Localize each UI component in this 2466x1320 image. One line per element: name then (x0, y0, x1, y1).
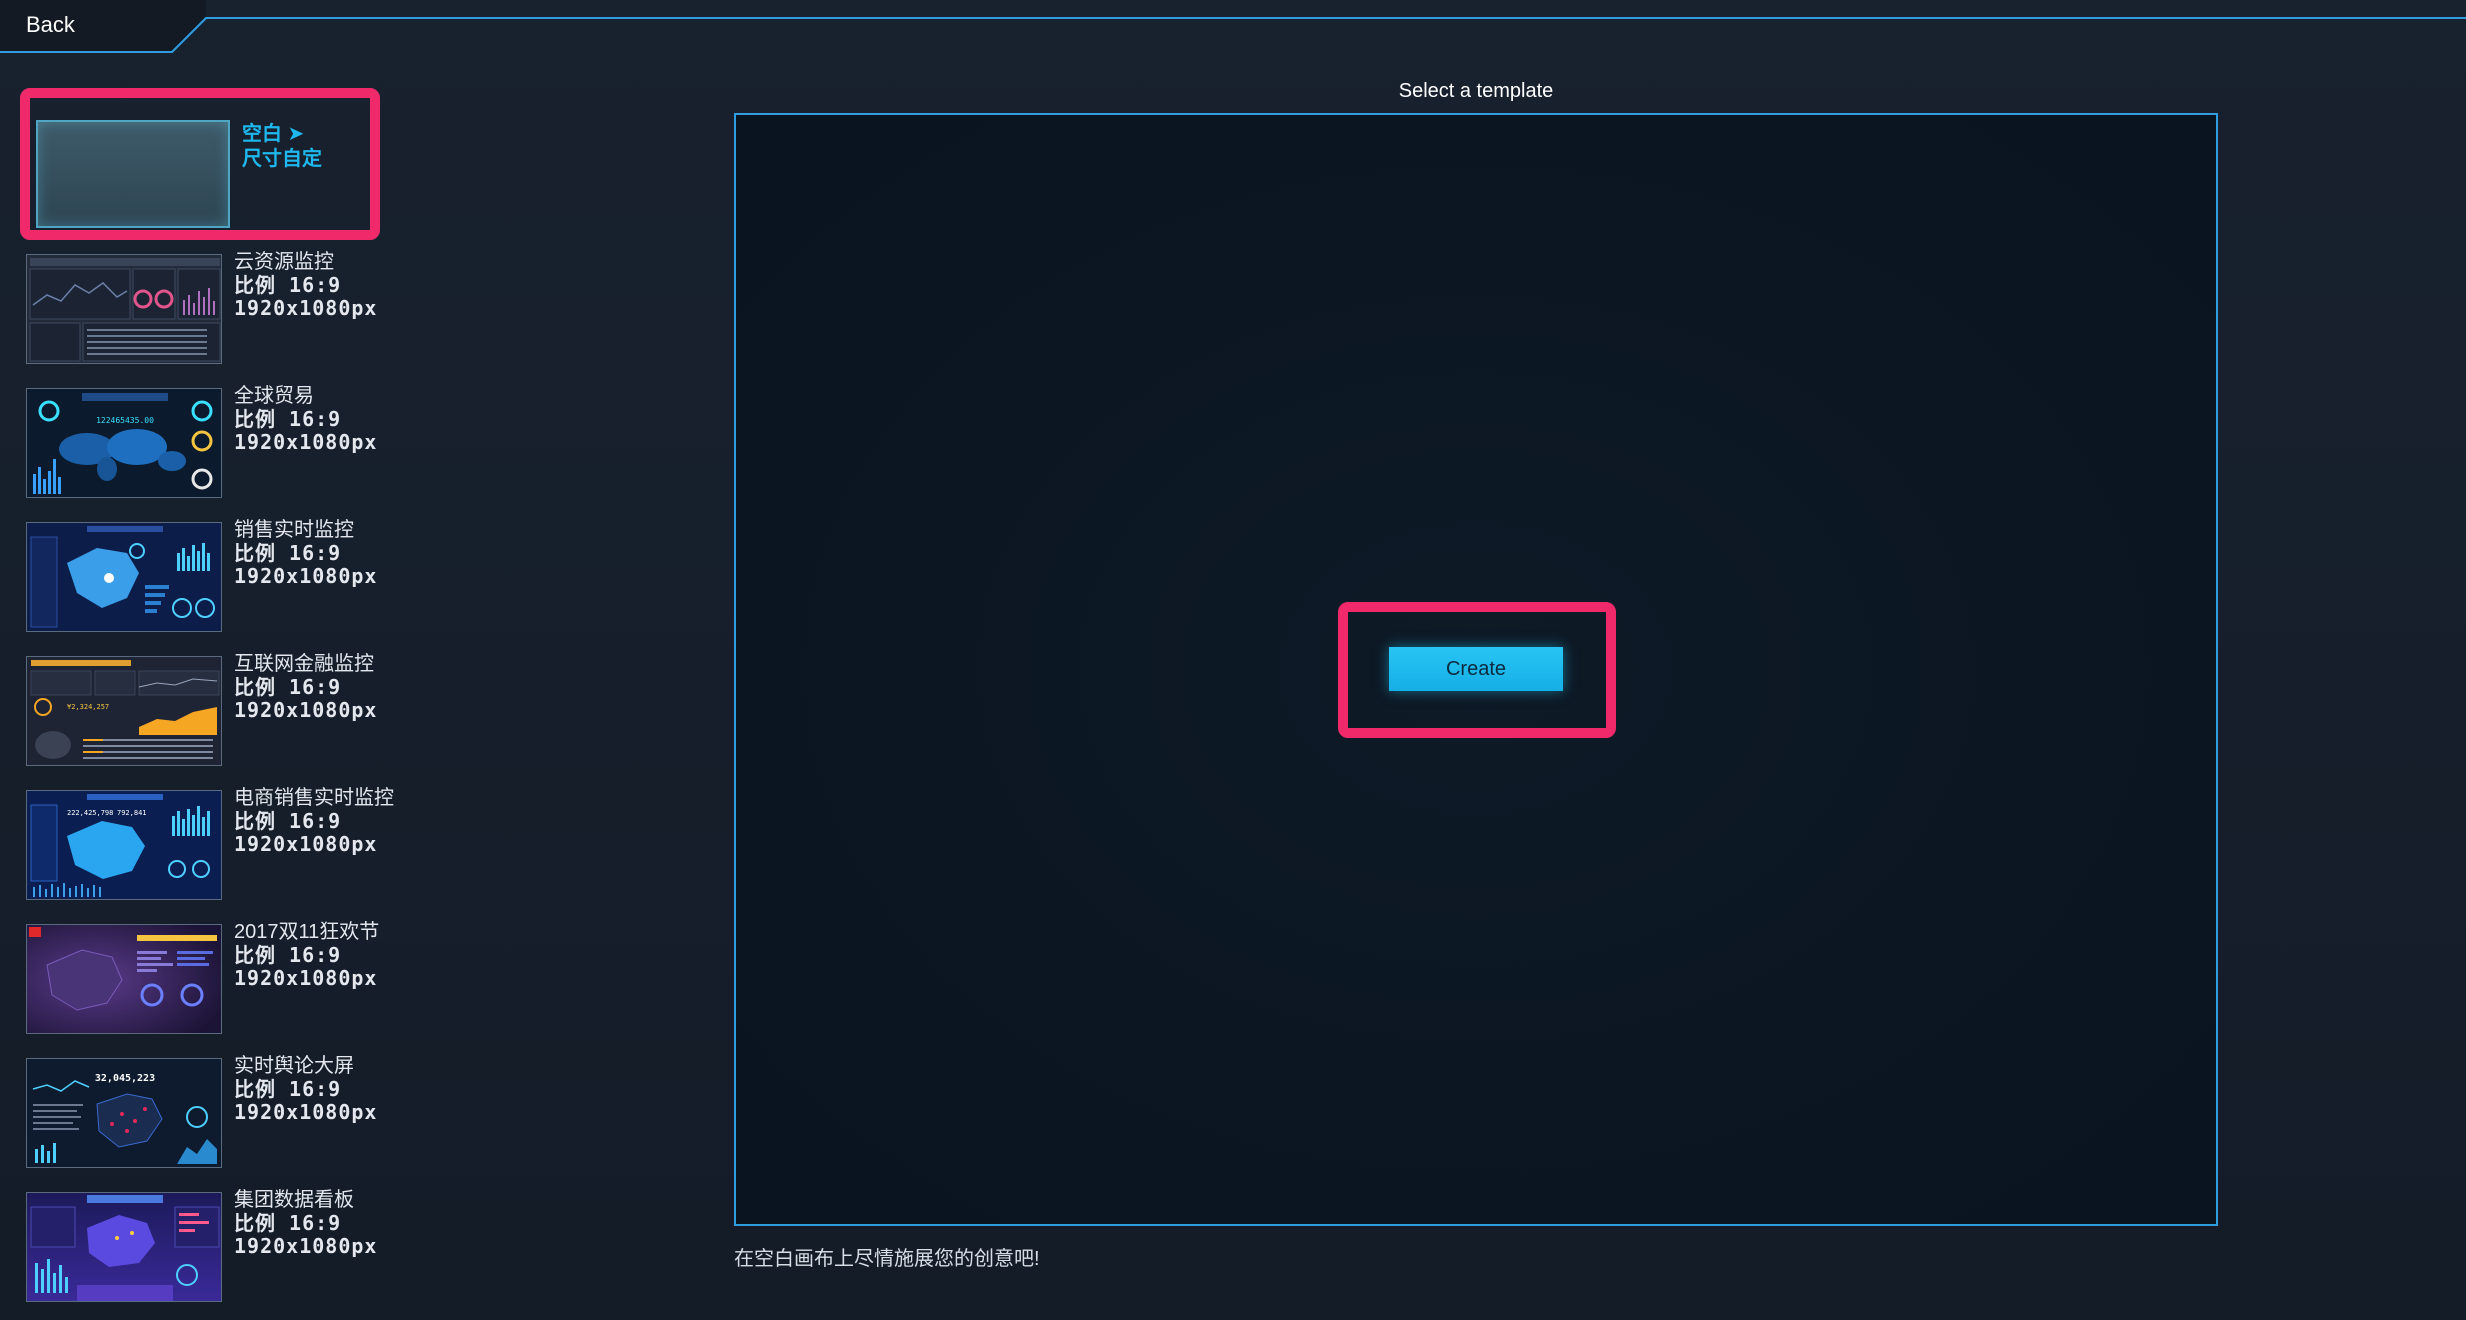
template-size: 1920x1080px (234, 698, 378, 722)
template-size: 1920x1080px (234, 296, 378, 320)
group-dashboard-preview-icon (27, 1193, 221, 1301)
header-frame (0, 0, 2466, 53)
template-item-finance[interactable]: ¥2,324,257 互联网金融监控 比例 16:9 1920x1080px (26, 653, 416, 768)
page-title: Select a template (1398, 80, 1554, 102)
template-name: 实时舆论大屏 (234, 1055, 354, 1077)
template-info: 云资源监控 比例 16:9 1920x1080px (234, 250, 377, 320)
template-size: 1920x1080px (234, 1234, 378, 1258)
template-name: 集团数据看板 (234, 1189, 354, 1211)
template-item-opinion[interactable]: 32,045,223 实时舆论大屏 比例 16:9 1920x1080px (26, 1055, 416, 1170)
template-ratio: 比例 16:9 (234, 675, 342, 699)
svg-text:222,425,798: 222,425,798 (67, 809, 113, 817)
template-ratio: 比例 16:9 (234, 1211, 342, 1235)
svg-text:32,045,223: 32,045,223 (95, 1073, 155, 1084)
svg-text:792,841: 792,841 (117, 809, 147, 817)
template-size: 1920x1080px (234, 832, 378, 856)
template-name: 全球贸易 (234, 385, 314, 407)
template-name: 互联网金融监控 (234, 653, 374, 675)
template-size: 1920x1080px (234, 430, 378, 454)
svg-text:¥2,324,257: ¥2,324,257 (67, 703, 109, 711)
template-thumbnail: ¥2,324,257 (26, 656, 222, 766)
top-bar: Back (0, 0, 2466, 60)
template-info: 互联网金融监控 比例 16:9 1920x1080px (234, 652, 377, 722)
blank-template-subtitle: 尺寸自定 (242, 148, 322, 170)
template-ratio: 比例 16:9 (234, 943, 342, 967)
create-button[interactable]: Create (1389, 647, 1563, 691)
template-thumbnail (26, 522, 222, 632)
page: Back 空白 ➤ 尺寸自定 云资源监控 比例 16:9 1920x1080px… (0, 0, 2466, 1320)
template-name: 2017双11狂欢节 (234, 921, 380, 943)
template-name: 电商销售实时监控 (234, 787, 394, 809)
template-ratio: 比例 16:9 (234, 273, 342, 297)
cloud-dashboard-preview-icon (27, 255, 221, 363)
blank-template-title: 空白 ➤ (242, 123, 305, 145)
template-item-cloud[interactable]: 云资源监控 比例 16:9 1920x1080px (26, 251, 416, 366)
opinion-preview-icon: 32,045,223 (27, 1059, 221, 1167)
template-ratio: 比例 16:9 (234, 809, 342, 833)
template-size: 1920x1080px (234, 1100, 378, 1124)
template-item-trade[interactable]: 122465435.00 全球贸易 比例 16:9 1920x1080px (26, 385, 416, 500)
template-info: 电商销售实时监控 比例 16:9 1920x1080px (234, 786, 394, 856)
world-map-preview-icon: 122465435.00 (27, 389, 221, 497)
sales-map-preview-icon (27, 523, 221, 631)
template-name: 销售实时监控 (234, 519, 354, 541)
template-thumbnail: 32,045,223 (26, 1058, 222, 1168)
template-item-ecommerce[interactable]: 222,425,798 792,841 电商销售实时监控 比例 16:9 192… (26, 787, 416, 902)
template-info: 销售实时监控 比例 16:9 1920x1080px (234, 518, 377, 588)
template-size: 1920x1080px (234, 966, 378, 990)
svg-text:122465435.00: 122465435.00 (96, 416, 154, 425)
template-ratio: 比例 16:9 (234, 541, 342, 565)
back-button[interactable]: Back (26, 12, 75, 38)
template-info: 全球贸易 比例 16:9 1920x1080px (234, 384, 377, 454)
template-ratio: 比例 16:9 (234, 1077, 342, 1101)
template-ratio: 比例 16:9 (234, 407, 342, 431)
template-sidebar: 空白 ➤ 尺寸自定 云资源监控 比例 16:9 1920x1080px 1224… (0, 88, 420, 1320)
finance-preview-icon: ¥2,324,257 (27, 657, 221, 765)
template-thumbnail (26, 924, 222, 1034)
ecommerce-map-preview-icon: 222,425,798 792,841 (27, 791, 221, 899)
template-info: 实时舆论大屏 比例 16:9 1920x1080px (234, 1054, 377, 1124)
template-info: 2017双11狂欢节 比例 16:9 1920x1080px (234, 920, 379, 990)
template-item-sales[interactable]: 销售实时监控 比例 16:9 1920x1080px (26, 519, 416, 634)
template-thumbnail: 222,425,798 792,841 (26, 790, 222, 900)
template-thumbnail (26, 254, 222, 364)
template-item-group[interactable]: 集团数据看板 比例 16:9 1920x1080px (26, 1189, 416, 1304)
preview-hint-text: 在空白画布上尽情施展您的创意吧! (734, 1248, 1040, 1270)
blank-template-thumbnail[interactable] (36, 120, 230, 228)
template-info: 集团数据看板 比例 16:9 1920x1080px (234, 1188, 377, 1258)
template-name: 云资源监控 (234, 251, 334, 273)
template-thumbnail (26, 1192, 222, 1302)
template-size: 1920x1080px (234, 564, 378, 588)
template-item-double11[interactable]: 2017双11狂欢节 比例 16:9 1920x1080px (26, 921, 416, 1036)
double11-preview-icon (27, 925, 221, 1033)
blank-template-label[interactable]: 空白 ➤ 尺寸自定 (242, 122, 322, 172)
template-thumbnail: 122465435.00 (26, 388, 222, 498)
